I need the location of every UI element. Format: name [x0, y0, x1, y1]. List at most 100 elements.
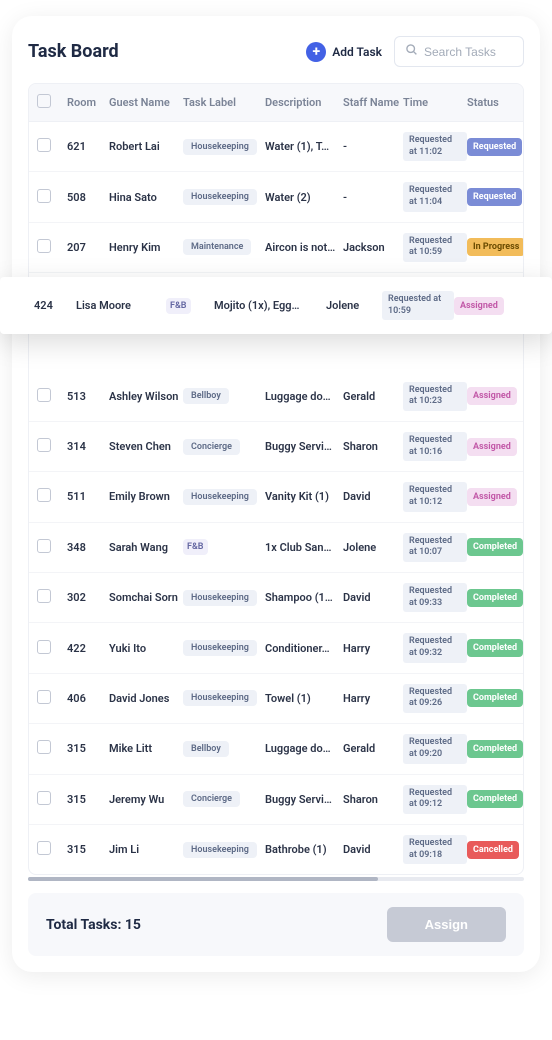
cell-guest: Jeremy Wu	[109, 793, 183, 806]
search-box[interactable]	[394, 36, 524, 67]
row-checkbox[interactable]	[37, 438, 51, 452]
cell-guest: Lisa Moore	[76, 299, 166, 312]
cell-label: Housekeeping	[183, 489, 265, 505]
cell-label: Maintenance	[183, 239, 265, 255]
time-tag: Requested at 10:23	[403, 382, 467, 411]
cell-label: Housekeeping	[183, 189, 265, 205]
horizontal-scrollbar[interactable]	[28, 877, 524, 881]
time-tag: Requested at 11:04	[403, 182, 467, 211]
table-row[interactable]: 513Ashley WilsonBellboyLuggage do…Gerald…	[29, 372, 523, 422]
table-row[interactable]: 315Mike LittBellboyLuggage do…GeraldRequ…	[29, 724, 523, 774]
cell-room: 508	[67, 191, 109, 204]
row-checkbox[interactable]	[37, 740, 51, 754]
row-checkbox[interactable]	[37, 388, 51, 402]
cell-time: Requested at 09:26	[403, 684, 467, 713]
cell-staff: Jackson	[343, 241, 403, 254]
header-description: Description	[265, 96, 343, 109]
header-time: Time	[403, 96, 467, 109]
header-status: Status	[467, 96, 524, 109]
task-table: Room Guest Name Task Label Description S…	[28, 83, 524, 875]
header-staff: Staff Name	[343, 96, 403, 109]
highlighted-task-row[interactable]: 424 Lisa Moore F&B Mojito (1x), Egg… Jol…	[0, 277, 552, 334]
cell-staff: David	[343, 591, 403, 604]
table-row[interactable]: 315Jeremy WuConciergeBuggy Servi…SharonR…	[29, 775, 523, 825]
time-tag: Requested at 09:18	[403, 835, 467, 864]
search-icon	[405, 43, 418, 60]
add-task-button[interactable]: + Add Task	[306, 42, 382, 62]
cell-label: Housekeeping	[183, 139, 265, 155]
cell-status: Completed	[467, 790, 524, 808]
table-header-row: Room Guest Name Task Label Description S…	[29, 84, 523, 122]
cell-status: Assigned	[454, 297, 504, 315]
status-badge: Assigned	[467, 438, 517, 456]
header-guest: Guest Name	[109, 96, 183, 109]
cell-guest: Mike Litt	[109, 742, 183, 755]
row-checkbox[interactable]	[37, 791, 51, 805]
status-badge: Assigned	[467, 488, 517, 506]
status-badge: Completed	[467, 790, 523, 808]
cell-room: 424	[34, 299, 76, 312]
checkbox-cell	[37, 239, 67, 256]
cell-description: Aircon is not…	[265, 241, 343, 254]
row-checkbox[interactable]	[37, 488, 51, 502]
table-row[interactable]: 511Emily BrownHousekeepingVanity Kit (1)…	[29, 472, 523, 522]
status-badge: Assigned	[467, 387, 517, 405]
row-checkbox[interactable]	[37, 189, 51, 203]
cell-description: Buggy Servi…	[265, 440, 343, 453]
table-row[interactable]: 302Somchai SornHousekeepingShampoo (1…Da…	[29, 573, 523, 623]
scrollbar-thumb[interactable]	[28, 877, 378, 881]
status-badge: Cancelled	[467, 841, 519, 859]
header-label: Task Label	[183, 96, 265, 109]
cell-room: 422	[67, 642, 109, 655]
row-checkbox[interactable]	[37, 640, 51, 654]
cell-status: Completed	[467, 689, 524, 707]
row-checkbox[interactable]	[37, 690, 51, 704]
time-tag: Requested at 09:32	[403, 633, 467, 662]
cell-description: Water (1), T…	[265, 140, 343, 153]
cell-status: Assigned	[467, 438, 524, 456]
cell-room: 315	[67, 793, 109, 806]
cell-guest: Emily Brown	[109, 490, 183, 503]
cell-status: Assigned	[467, 387, 524, 405]
search-input[interactable]	[424, 45, 513, 59]
checkbox-cell	[37, 189, 67, 206]
select-all-checkbox[interactable]	[37, 94, 51, 108]
cell-staff: Harry	[343, 642, 403, 655]
cell-guest: Hina Sato	[109, 191, 183, 204]
task-label-tag: Housekeeping	[183, 842, 257, 858]
cell-guest: Robert Lai	[109, 140, 183, 153]
row-checkbox[interactable]	[37, 138, 51, 152]
assign-button[interactable]: Assign	[387, 907, 506, 942]
table-row[interactable]: 621Robert LaiHousekeepingWater (1), T…-R…	[29, 122, 523, 172]
cell-room: 315	[67, 843, 109, 856]
plus-icon: +	[306, 42, 326, 62]
cell-time: Requested at 10:59	[382, 291, 454, 320]
cell-label: Housekeeping	[183, 842, 265, 858]
table-row[interactable]: 406David JonesHousekeepingTowel (1)Harry…	[29, 674, 523, 724]
task-board-card: Task Board + Add Task Room Guest Name Ta…	[12, 16, 540, 972]
cell-status: Completed	[467, 740, 524, 758]
table-row[interactable]: 315Jim LiHousekeepingBathrobe (1)DavidRe…	[29, 825, 523, 874]
row-checkbox[interactable]	[37, 239, 51, 253]
table-row[interactable]: 207Henry KimMaintenanceAircon is not…Jac…	[29, 223, 523, 273]
checkbox-cell	[37, 690, 67, 707]
status-badge: Completed	[467, 639, 523, 657]
task-label-tag: Maintenance	[183, 239, 251, 255]
cell-time: Requested at 10:59	[403, 233, 467, 262]
checkbox-cell	[37, 791, 67, 808]
row-checkbox[interactable]	[37, 589, 51, 603]
cell-label: Housekeeping	[183, 640, 265, 656]
table-row[interactable]: 508Hina SatoHousekeepingWater (2)-Reques…	[29, 172, 523, 222]
cell-label: Bellboy	[183, 388, 265, 404]
table-row[interactable]: 314Steven ChenConciergeBuggy Servi…Sharo…	[29, 422, 523, 472]
cell-room: 315	[67, 742, 109, 755]
table-row[interactable]: 348Sarah WangF&B1x Club San…JoleneReques…	[29, 523, 523, 573]
row-checkbox[interactable]	[37, 539, 51, 553]
cell-label: Bellboy	[183, 741, 265, 757]
task-label-tag: Housekeeping	[183, 139, 257, 155]
cell-time: Requested at 10:07	[403, 533, 467, 562]
cell-guest: Somchai Sorn	[109, 591, 183, 604]
table-row[interactable]: 422Yuki ItoHousekeepingConditioner…Harry…	[29, 623, 523, 673]
time-tag: Requested at 10:59	[403, 233, 467, 262]
row-checkbox[interactable]	[37, 841, 51, 855]
